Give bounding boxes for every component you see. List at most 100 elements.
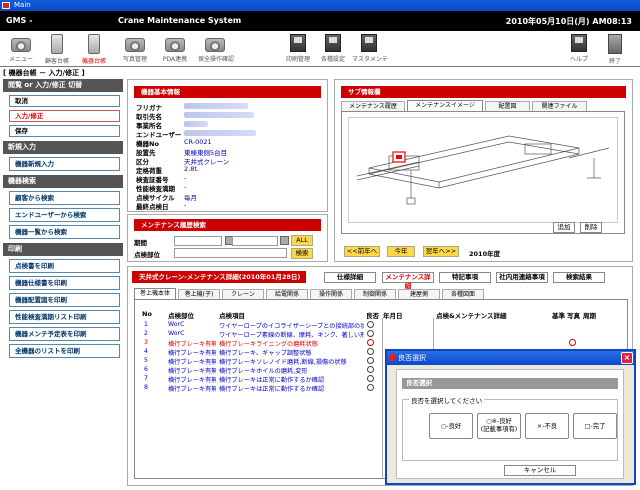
label-last-check: 最終点検日 [136, 203, 169, 211]
close-icon[interactable]: × [621, 352, 633, 364]
tab-control[interactable]: 制御関係 [354, 289, 396, 299]
toolbar-pda-button[interactable]: PDA連携 [158, 33, 192, 65]
camera-icon [165, 38, 185, 52]
col-date: 年月日 [383, 312, 403, 320]
col-detail: 点検&メンテナンス詳細 [436, 312, 507, 320]
col-result: 良否 [366, 312, 379, 320]
print-schedule-button[interactable]: 機器メンテ予定表を印刷 [9, 327, 120, 341]
tab-maint-image[interactable]: メンテナンスイメージ [407, 100, 483, 111]
option-good-button[interactable]: ○-良好 [429, 413, 473, 439]
redacted-value [184, 130, 256, 136]
part-input[interactable] [174, 248, 287, 258]
tab-search-results[interactable]: 検索結果 [553, 272, 605, 283]
page-title: [ 機器台帳 － 入力/修正 ] [3, 69, 85, 77]
toolbar-settings-button[interactable]: 各種設定 [316, 33, 350, 65]
result-circle [367, 330, 374, 337]
toolbar-exit-button[interactable]: 終了 [598, 33, 632, 65]
tab-spec-detail[interactable]: 仕様詳細 [324, 272, 376, 283]
tab-hoist-main[interactable]: 巻上機本体 [134, 288, 176, 299]
phone-icon [88, 34, 100, 54]
new-equipment-button[interactable]: 機器新規入力 [9, 157, 120, 171]
tab-maint-detail[interactable]: メンテナンス詳細 [382, 272, 434, 290]
toolbar-menu-button[interactable]: メニュー [4, 33, 38, 65]
next-year-button[interactable]: 翌年へ>> [423, 246, 459, 257]
image-frame [341, 111, 625, 234]
search-button[interactable]: 検索 [291, 248, 313, 259]
result-circle [367, 357, 374, 364]
option-done-button[interactable]: □-完了 [573, 413, 617, 439]
print-spec-button[interactable]: 機器仕様書を印刷 [9, 276, 120, 290]
cancel-button[interactable]: 取消 [9, 95, 120, 107]
main-toolbar: メニュー 顧客台帳 機器台帳 写真管理 PDA連携 保全操作確認 印刷管理 各種… [0, 31, 640, 67]
tab-power[interactable]: 給電関係 [266, 289, 308, 299]
sub-info-title: サブ情報欄 [341, 86, 626, 98]
floppy-icon [290, 34, 306, 52]
option-good-noted-button[interactable]: ○※-良好 (記載事項有) [477, 413, 521, 439]
result-circle [367, 384, 374, 391]
print-all-list-button[interactable]: 全機器のリストを印刷 [9, 344, 120, 358]
app-icon [2, 2, 10, 9]
col-photo: 写真 [567, 312, 580, 320]
add-button[interactable]: 追加 [553, 222, 575, 233]
value-last-check: - [184, 201, 187, 209]
calendar-icon[interactable] [280, 236, 289, 245]
tab-layout[interactable]: 配置図 [485, 101, 530, 111]
toolbar-photo-button[interactable]: 写真管理 [118, 33, 152, 65]
period-start-input[interactable] [174, 236, 222, 246]
period-end-input[interactable] [232, 236, 278, 246]
print-expiry-list-button[interactable]: 性能検査満期リスト印刷 [9, 310, 120, 324]
tab-files[interactable]: 関連ファイル [532, 101, 587, 111]
print-layout-button[interactable]: 機器配置図を印刷 [9, 293, 120, 307]
tab-crane[interactable]: クレーン [222, 289, 264, 299]
edit-button[interactable]: 入力/修正 [9, 110, 120, 122]
camera-icon [11, 38, 31, 52]
tab-special-notes[interactable]: 特記事項 [439, 272, 491, 283]
toolbar-help-button[interactable]: ヘルプ [562, 33, 596, 65]
value-load: 2.8t. [184, 165, 199, 173]
value-expiry: - [184, 183, 187, 191]
tab-building[interactable]: 建屋側 [398, 289, 440, 299]
toolbar-print-button[interactable]: 印刷管理 [281, 33, 315, 65]
toolbar-master-button[interactable]: マスタメンテ [352, 33, 388, 65]
basic-info-title: 機器基本情報 [134, 86, 321, 98]
this-year-button[interactable]: 今年 [387, 246, 415, 257]
search-by-list-button[interactable]: 機器一覧から検索 [9, 225, 120, 239]
save-button[interactable]: 保存 [9, 125, 120, 137]
col-item: 点検項目 [219, 312, 245, 320]
crane-image-area[interactable] [348, 117, 618, 223]
left-panel: 閲覧 or 入力/修正 切替 取消 入力/修正 保存 新規入力 機器新規入力 機… [3, 79, 123, 479]
col-cycle: 周期 [583, 312, 596, 320]
option-bad-button[interactable]: ×-不良 [525, 413, 569, 439]
option-group-label: 良否を選択してください [409, 395, 485, 405]
tab-operation[interactable]: 操作関係 [310, 289, 352, 299]
toolbar-customer-button[interactable]: 顧客台帳 [40, 33, 74, 65]
tab-hoist-sub[interactable]: 巻上機(子) [178, 289, 220, 299]
floppy-icon [325, 34, 341, 52]
tab-maint-history[interactable]: メンテナンス履歴 [341, 101, 405, 111]
toolbar-equipment-button[interactable]: 機器台帳 [77, 33, 111, 65]
all-button[interactable]: ALL [291, 235, 313, 246]
search-by-enduser-button[interactable]: エンドユーザーから検索 [9, 208, 120, 222]
app-icon [389, 354, 396, 361]
tab-internal-notes[interactable]: 社内用連絡事項 [496, 272, 548, 283]
dialog-title: 良否選択 [398, 354, 426, 362]
delete-button[interactable]: 削除 [580, 222, 602, 233]
exit-icon [608, 34, 622, 54]
option-group: 良否を選択してください ○-良好 ○※-良好 (記載事項有) ×-不良 □-完了 [402, 395, 618, 461]
prev-year-button[interactable]: <<前年へ [344, 246, 380, 257]
print-inspection-button[interactable]: 点検書を印刷 [9, 259, 120, 273]
dialog-cancel-button[interactable]: キャンセル [504, 465, 576, 476]
toolbar-check-button[interactable]: 保全操作確認 [198, 33, 234, 65]
result-circle [367, 348, 374, 355]
result-select-dialog: 良否選択 × 良否選択 良否を選択してください ○-良好 ○※-良好 (記載事項… [385, 349, 636, 485]
tab-drawings[interactable]: 各種図面 [442, 289, 484, 299]
section-search: 機器検索 [3, 175, 123, 188]
dialog-section: 良否選択 [402, 378, 618, 389]
history-search-title: メンテナンス履歴検索 [134, 219, 321, 231]
header-left: GMS - [6, 16, 33, 25]
search-by-customer-button[interactable]: 顧客から検索 [9, 191, 120, 205]
redacted-value [184, 121, 208, 127]
fiscal-year: 2010年度 [469, 250, 501, 258]
history-search-panel: メンテナンス履歴検索 期間 ALL 点検部位 検索 [127, 214, 328, 262]
col-standard: 基準 [552, 312, 565, 320]
